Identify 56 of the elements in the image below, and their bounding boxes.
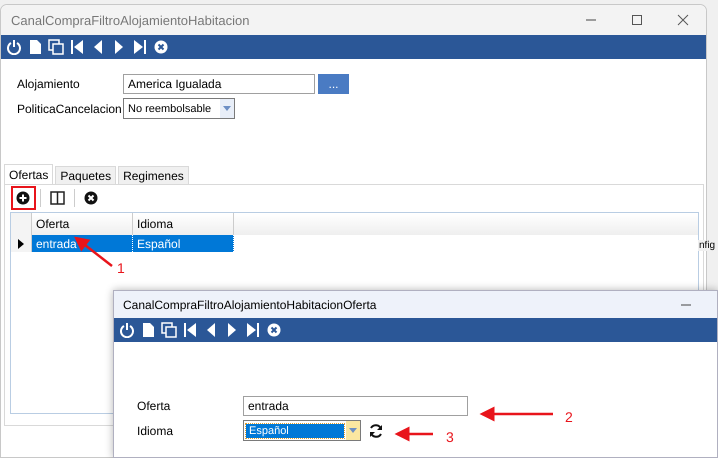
text-field[interactable]: entrada: [243, 396, 468, 416]
background-text: nfig: [698, 240, 716, 251]
maximize-icon: [631, 14, 643, 26]
toolbar-button[interactable]: [265, 321, 283, 339]
tab[interactable]: Ofertas: [4, 164, 54, 184]
refresh-button[interactable]: [368, 422, 384, 438]
copy-icon: [48, 39, 64, 55]
dropdown[interactable]: No reembolsable: [123, 98, 235, 119]
toolbar-button[interactable]: [5, 38, 23, 56]
columns-icon: [50, 191, 65, 205]
skip-back-icon: [69, 39, 85, 55]
skip-forward-icon: [132, 39, 148, 55]
tab[interactable]: Paquetes: [55, 166, 116, 184]
close-icon: [84, 191, 99, 205]
row-header[interactable]: [11, 235, 32, 252]
row-pointer-icon: [18, 238, 24, 248]
add-button[interactable]: [11, 186, 36, 210]
toolbar-button[interactable]: [152, 38, 170, 56]
annotation-number: 1: [117, 260, 125, 276]
plus-circle-icon: [16, 191, 31, 205]
document-icon: [140, 322, 156, 338]
toolbar-button[interactable]: [68, 38, 86, 56]
field-label: Idioma: [137, 424, 174, 438]
skip-forward-icon: [245, 322, 261, 338]
close-icon: [153, 39, 169, 55]
toolbar-button[interactable]: [181, 321, 199, 339]
annotation-number: 3: [446, 429, 454, 445]
refresh-icon: [368, 422, 384, 438]
tab[interactable]: Regimenes: [118, 166, 189, 184]
text-field[interactable]: America Igualada: [123, 74, 315, 94]
annotation-number: 2: [565, 409, 573, 425]
window-title: CanalCompraFiltroAlojamientoHabitacion: [11, 12, 250, 28]
close-icon: [677, 14, 689, 26]
annotation-arrow: [394, 426, 433, 442]
skip-back-icon: [182, 322, 198, 338]
table-cell: Español: [133, 235, 234, 252]
toolbar-button[interactable]: [131, 38, 149, 56]
copy-icon: [161, 322, 177, 338]
window-title: CanalCompraFiltroAlojamientoHabitacionOferta: [123, 298, 376, 312]
caret-icon: [223, 106, 231, 111]
close-icon: [266, 322, 282, 338]
document-icon: [27, 39, 43, 55]
power-icon: [6, 39, 22, 55]
dropdown[interactable]: Español: [243, 420, 361, 441]
toolbar-button[interactable]: [160, 321, 178, 339]
table-row[interactable]: entrada Español: [11, 235, 698, 252]
field-label: Oferta: [137, 398, 172, 412]
toolbar-button[interactable]: [244, 321, 262, 339]
browse-button[interactable]: ...: [318, 74, 349, 94]
toolbar-button[interactable]: [118, 321, 136, 339]
field-label: PoliticaCancelacion: [17, 102, 123, 116]
table-cell: entrada: [32, 235, 133, 252]
toolbar-button[interactable]: [47, 38, 65, 56]
power-icon: [119, 322, 135, 338]
field-label: Alojamiento: [17, 76, 81, 90]
caret-icon: [349, 428, 357, 433]
